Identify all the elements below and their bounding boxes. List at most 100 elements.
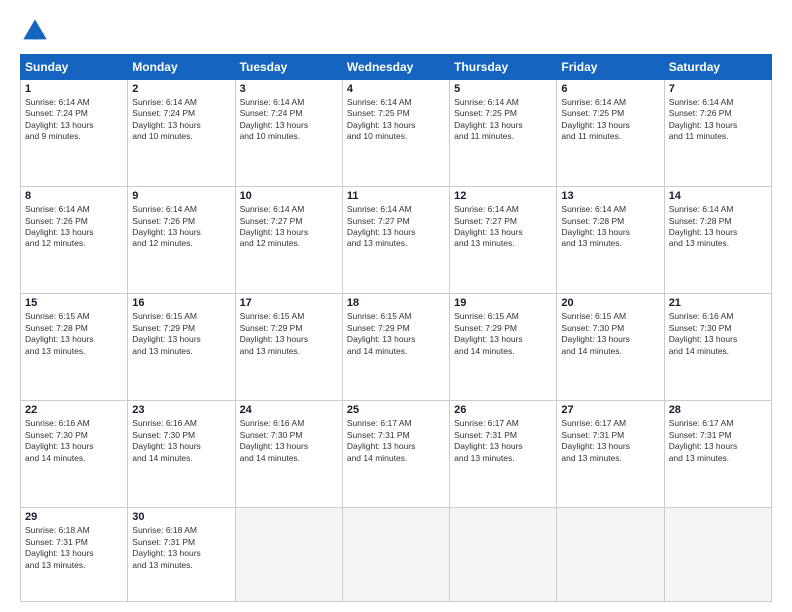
logo — [20, 16, 54, 46]
day-number: 29 — [25, 511, 123, 523]
day-number: 21 — [669, 297, 767, 309]
calendar-cell: 14 Sunrise: 6:14 AM Sunset: 7:28 PM Dayli… — [664, 187, 771, 294]
calendar-cell: 18Sunrise: 6:15 AM Sunset: 7:29 PM Dayli… — [342, 294, 449, 401]
calendar-cell: 24 Sunrise: 6:16 AM Sunset: 7:30 PM Dayli… — [235, 401, 342, 508]
calendar-cell: 16 Sunrise: 6:15 AM Sunset: 7:29 PM Dayli… — [128, 294, 235, 401]
day-info: Sunrise: 6:16 AM Sunset: 7:30 PM Dayligh… — [132, 418, 230, 464]
calendar-cell: 28 Sunrise: 6:17 AM Sunset: 7:31 PM Dayli… — [664, 401, 771, 508]
day-info: Sunrise: 6:14 AM Sunset: 7:25 PM Dayligh… — [347, 97, 445, 143]
calendar-cell — [557, 508, 664, 602]
day-number: 17 — [240, 297, 338, 309]
weekday-header: Saturday — [664, 55, 771, 80]
day-info: Sunrise: 6:14 AM Sunset: 7:27 PM Dayligh… — [347, 204, 445, 250]
calendar-cell: 3 Sunrise: 6:14 AM Sunset: 7:24 PM Daylig… — [235, 80, 342, 187]
page: SundayMondayTuesdayWednesdayThursdayFrid… — [0, 0, 792, 612]
day-number: 1 — [25, 83, 123, 95]
calendar-cell: 8 Sunrise: 6:14 AM Sunset: 7:26 PM Daylig… — [21, 187, 128, 294]
calendar-cell: 1 Sunrise: 6:14 AM Sunset: 7:24 PM Daylig… — [21, 80, 128, 187]
calendar-cell: 29 Sunrise: 6:18 AM Sunset: 7:31 PM Dayli… — [21, 508, 128, 602]
day-info: Sunrise: 6:16 AM Sunset: 7:30 PM Dayligh… — [25, 418, 123, 464]
calendar-cell: 4 Sunrise: 6:14 AM Sunset: 7:25 PM Daylig… — [342, 80, 449, 187]
day-info: Sunrise: 6:18 AM Sunset: 7:31 PM Dayligh… — [25, 525, 123, 571]
day-info: Sunrise: 6:15 AM Sunset: 7:30 PM Dayligh… — [561, 311, 659, 357]
day-info: Sunrise: 6:15 AM Sunset: 7:29 PM Dayligh… — [240, 311, 338, 357]
day-info: Sunrise: 6:14 AM Sunset: 7:24 PM Dayligh… — [25, 97, 123, 143]
day-info: Sunrise: 6:17 AM Sunset: 7:31 PM Dayligh… — [669, 418, 767, 464]
day-info: Sunrise: 6:15 AM Sunset: 7:29 PM Dayligh… — [454, 311, 552, 357]
logo-icon — [20, 16, 50, 46]
calendar-cell: 7 Sunrise: 6:14 AM Sunset: 7:26 PM Daylig… — [664, 80, 771, 187]
calendar-cell: 13 Sunrise: 6:14 AM Sunset: 7:28 PM Dayli… — [557, 187, 664, 294]
day-info: Sunrise: 6:14 AM Sunset: 7:24 PM Dayligh… — [240, 97, 338, 143]
day-info: Sunrise: 6:16 AM Sunset: 7:30 PM Dayligh… — [240, 418, 338, 464]
calendar-cell: 26 Sunrise: 6:17 AM Sunset: 7:31 PM Dayli… — [450, 401, 557, 508]
calendar-cell — [235, 508, 342, 602]
day-number: 20 — [561, 297, 659, 309]
calendar-week-row: 8 Sunrise: 6:14 AM Sunset: 7:26 PM Daylig… — [21, 187, 772, 294]
calendar-cell: 30Sunrise: 6:18 AM Sunset: 7:31 PM Dayli… — [128, 508, 235, 602]
day-number: 14 — [669, 190, 767, 202]
day-info: Sunrise: 6:15 AM Sunset: 7:29 PM Dayligh… — [347, 311, 445, 357]
day-info: Sunrise: 6:14 AM Sunset: 7:26 PM Dayligh… — [132, 204, 230, 250]
calendar-cell: 11 Sunrise: 6:14 AM Sunset: 7:27 PM Dayli… — [342, 187, 449, 294]
day-info: Sunrise: 6:14 AM Sunset: 7:25 PM Dayligh… — [454, 97, 552, 143]
calendar-cell: 22 Sunrise: 6:16 AM Sunset: 7:30 PM Dayli… — [21, 401, 128, 508]
day-info: Sunrise: 6:14 AM Sunset: 7:27 PM Dayligh… — [454, 204, 552, 250]
calendar-cell: 20 Sunrise: 6:15 AM Sunset: 7:30 PM Dayli… — [557, 294, 664, 401]
weekday-header: Wednesday — [342, 55, 449, 80]
day-info: Sunrise: 6:17 AM Sunset: 7:31 PM Dayligh… — [561, 418, 659, 464]
day-info: Sunrise: 6:14 AM Sunset: 7:27 PM Dayligh… — [240, 204, 338, 250]
day-info: Sunrise: 6:14 AM Sunset: 7:28 PM Dayligh… — [561, 204, 659, 250]
day-number: 8 — [25, 190, 123, 202]
calendar-cell: 6Sunrise: 6:14 AM Sunset: 7:25 PM Daylig… — [557, 80, 664, 187]
weekday-header: Tuesday — [235, 55, 342, 80]
calendar-week-row: 1 Sunrise: 6:14 AM Sunset: 7:24 PM Daylig… — [21, 80, 772, 187]
day-number: 6 — [561, 83, 659, 95]
calendar-cell: 15 Sunrise: 6:15 AM Sunset: 7:28 PM Dayli… — [21, 294, 128, 401]
calendar-cell: 17 Sunrise: 6:15 AM Sunset: 7:29 PM Dayli… — [235, 294, 342, 401]
calendar-cell — [450, 508, 557, 602]
day-number: 13 — [561, 190, 659, 202]
day-info: Sunrise: 6:17 AM Sunset: 7:31 PM Dayligh… — [454, 418, 552, 464]
day-info: Sunrise: 6:15 AM Sunset: 7:28 PM Dayligh… — [25, 311, 123, 357]
weekday-header: Thursday — [450, 55, 557, 80]
calendar-cell: 19 Sunrise: 6:15 AM Sunset: 7:29 PM Dayli… — [450, 294, 557, 401]
calendar-cell: 5 Sunrise: 6:14 AM Sunset: 7:25 PM Daylig… — [450, 80, 557, 187]
calendar-week-row: 15 Sunrise: 6:15 AM Sunset: 7:28 PM Dayli… — [21, 294, 772, 401]
day-number: 2 — [132, 83, 230, 95]
day-number: 26 — [454, 404, 552, 416]
day-number: 19 — [454, 297, 552, 309]
calendar-week-row: 29 Sunrise: 6:18 AM Sunset: 7:31 PM Dayli… — [21, 508, 772, 602]
weekday-header: Monday — [128, 55, 235, 80]
day-number: 24 — [240, 404, 338, 416]
day-number: 22 — [25, 404, 123, 416]
day-number: 30 — [132, 511, 230, 523]
calendar-cell: 27 Sunrise: 6:17 AM Sunset: 7:31 PM Dayli… — [557, 401, 664, 508]
day-number: 12 — [454, 190, 552, 202]
day-info: Sunrise: 6:14 AM Sunset: 7:28 PM Dayligh… — [669, 204, 767, 250]
weekday-header: Sunday — [21, 55, 128, 80]
day-number: 4 — [347, 83, 445, 95]
calendar-cell: 21Sunrise: 6:16 AM Sunset: 7:30 PM Dayli… — [664, 294, 771, 401]
day-number: 23 — [132, 404, 230, 416]
day-number: 3 — [240, 83, 338, 95]
day-number: 11 — [347, 190, 445, 202]
calendar-cell — [342, 508, 449, 602]
day-info: Sunrise: 6:14 AM Sunset: 7:26 PM Dayligh… — [669, 97, 767, 143]
calendar-cell: 10 Sunrise: 6:14 AM Sunset: 7:27 PM Dayli… — [235, 187, 342, 294]
calendar-cell: 23 Sunrise: 6:16 AM Sunset: 7:30 PM Dayli… — [128, 401, 235, 508]
calendar-week-row: 22 Sunrise: 6:16 AM Sunset: 7:30 PM Dayli… — [21, 401, 772, 508]
day-info: Sunrise: 6:14 AM Sunset: 7:26 PM Dayligh… — [25, 204, 123, 250]
day-number: 15 — [25, 297, 123, 309]
day-number: 27 — [561, 404, 659, 416]
calendar-cell: 12 Sunrise: 6:14 AM Sunset: 7:27 PM Dayli… — [450, 187, 557, 294]
day-number: 5 — [454, 83, 552, 95]
day-number: 28 — [669, 404, 767, 416]
day-number: 25 — [347, 404, 445, 416]
day-info: Sunrise: 6:15 AM Sunset: 7:29 PM Dayligh… — [132, 311, 230, 357]
day-number: 10 — [240, 190, 338, 202]
day-number: 7 — [669, 83, 767, 95]
day-number: 9 — [132, 190, 230, 202]
day-number: 16 — [132, 297, 230, 309]
header — [20, 16, 772, 46]
